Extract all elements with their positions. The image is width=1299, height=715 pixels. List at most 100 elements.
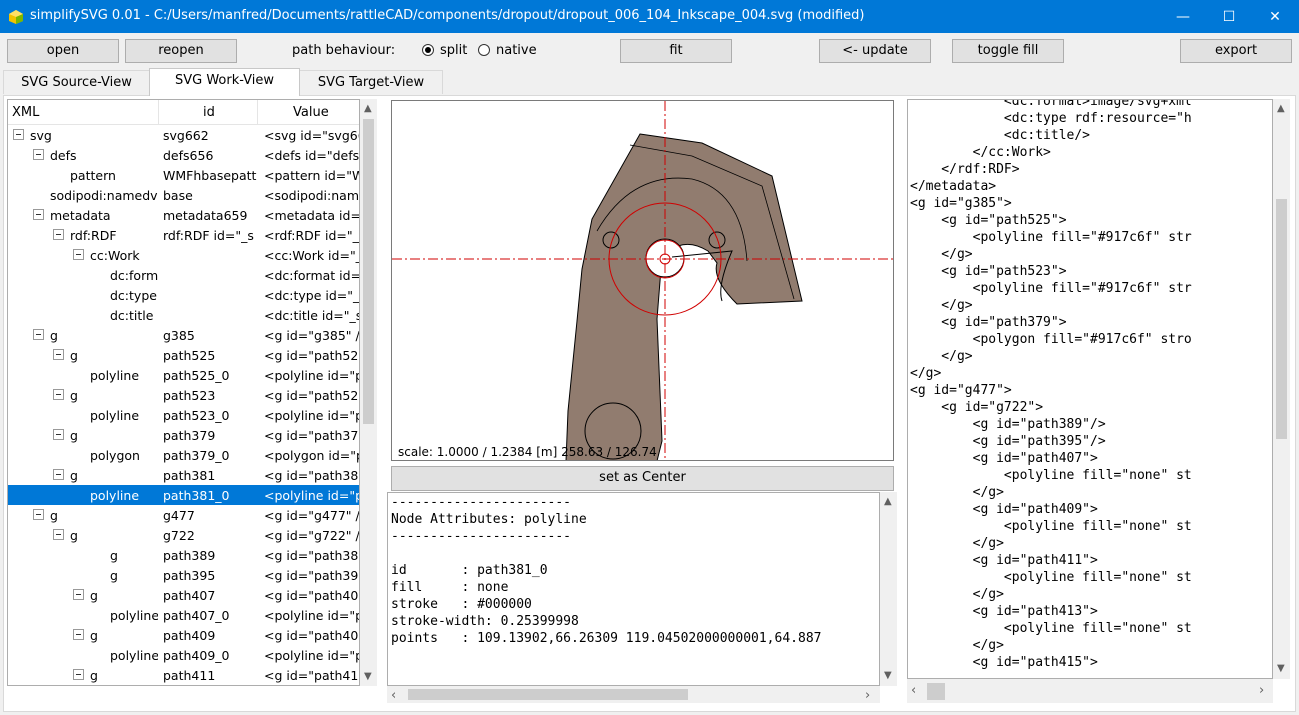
tree-node-value: <metadata id="metadata659" /> — [264, 208, 360, 223]
tree-row[interactable]: polygon path379_0 <polygon id="path379_0" … — [8, 445, 359, 465]
fit-button[interactable]: fit — [620, 39, 732, 63]
tree-row[interactable]: polyline path407_0 <polyline id="path407_0… — [8, 605, 359, 625]
collapse-icon[interactable] — [73, 669, 84, 680]
source-vertical-scrollbar[interactable]: ▲ ▼ — [1273, 99, 1290, 679]
tree-node-value: <dc:format id=" — [264, 268, 360, 283]
tree-row[interactable]: dc:title <dc:title id="_se — [8, 305, 360, 325]
scroll-right-icon[interactable]: › — [1259, 683, 1264, 698]
tree-row[interactable]: g path409 <g id="path409" /> — [8, 625, 359, 645]
native-radio[interactable] — [478, 44, 490, 56]
tree-row[interactable]: defs defs656 <defs id="defs656" /> — [8, 145, 359, 165]
tree-row[interactable]: dc:type <dc:type id="_se — [8, 285, 359, 305]
source-hscroll-thumb[interactable] — [927, 683, 945, 700]
toggle-fill-button[interactable]: toggle fill — [952, 39, 1064, 63]
scroll-left-icon[interactable]: ‹ — [391, 688, 396, 703]
tab-svg-target-view[interactable]: SVG Target-View — [299, 70, 443, 94]
tree-node-name: g — [90, 628, 98, 643]
column-value[interactable]: Value — [293, 105, 329, 120]
collapse-icon[interactable] — [53, 349, 64, 360]
scroll-down-icon[interactable]: ▼ — [1277, 663, 1285, 674]
tree-node-name: metadata — [50, 208, 111, 223]
collapse-icon[interactable] — [53, 529, 64, 540]
scroll-up-icon[interactable]: ▲ — [364, 103, 372, 114]
attributes-horizontal-scrollbar[interactable]: ‹ › — [387, 686, 880, 703]
source-horizontal-scrollbar[interactable]: ‹ › — [907, 679, 1273, 703]
scroll-down-icon[interactable]: ▼ — [364, 671, 372, 682]
tree-node-id: path525_0 — [163, 368, 230, 383]
tree-scroll-thumb[interactable] — [363, 119, 374, 424]
set-as-center-button[interactable]: set as Center — [391, 466, 894, 491]
tree-row[interactable]: g path379 <g id="path379" /> — [8, 425, 359, 445]
open-button[interactable]: open — [7, 39, 119, 63]
tree-row[interactable]: svg svg662 <svg id="svg662" /> — [8, 125, 359, 145]
scroll-down-icon[interactable]: ▼ — [884, 670, 892, 681]
tree-row[interactable]: rdf:RDF rdf:RDF id="_s <rdf:RDF id="_s — [8, 225, 360, 245]
tab-svg-work-view[interactable]: SVG Work-View — [149, 68, 300, 96]
collapse-icon[interactable] — [73, 249, 84, 260]
dropout-shape — [565, 133, 803, 460]
tree-row[interactable]: polyline path409_0 <polyline id="path409_0… — [8, 645, 359, 665]
maximize-button[interactable]: ☐ — [1206, 0, 1252, 33]
tab-svg-source-view[interactable]: SVG Source-View — [3, 70, 150, 94]
tree-row[interactable]: metadata metadata659 <metadata id="metadat… — [8, 205, 360, 225]
tree-row[interactable]: g path381 <g id="path381" /> — [8, 465, 359, 485]
tree-row[interactable]: dc:format <dc:format id=" — [8, 265, 360, 285]
split-radio[interactable] — [422, 44, 434, 56]
close-button[interactable]: ✕ — [1252, 0, 1298, 33]
tree-node-value: <g id="path381" /> — [264, 468, 359, 483]
collapse-icon[interactable] — [53, 469, 64, 480]
tree-row[interactable]: polyline path381_0 <polyline id="path381_0… — [8, 485, 359, 505]
tree-row[interactable]: g path395 <g id="path395" /> — [8, 565, 359, 585]
tree-row[interactable]: g path525 <g id="path525" /> — [8, 345, 359, 365]
scroll-left-icon[interactable]: ‹ — [911, 683, 916, 698]
tree-node-name: sodipodi:namedview — [50, 188, 158, 203]
collapse-icon[interactable] — [73, 629, 84, 640]
tree-row[interactable]: g g385 <g id="g385" /> — [8, 325, 359, 345]
export-button[interactable]: export — [1180, 39, 1292, 63]
tree-row[interactable]: g path407 <g id="path407" /> — [8, 585, 359, 605]
scroll-up-icon[interactable]: ▲ — [1277, 103, 1285, 114]
column-xml[interactable]: XML — [12, 105, 39, 120]
tree-row[interactable]: g path389 <g id="path389" /> — [8, 545, 359, 565]
scroll-up-icon[interactable]: ▲ — [884, 496, 892, 507]
xml-tree[interactable]: XML id Value svg svg662 <svg id="svg662" /… — [7, 99, 360, 686]
collapse-icon[interactable] — [53, 389, 64, 400]
tree-vertical-scrollbar[interactable]: ▲ ▼ — [360, 99, 377, 686]
collapse-icon[interactable] — [33, 509, 44, 520]
attributes-scroll-thumb[interactable] — [408, 689, 688, 700]
attributes-vertical-scrollbar[interactable]: ▲ ▼ — [880, 492, 897, 686]
reopen-button[interactable]: reopen — [125, 39, 237, 63]
tree-node-value: <rdf:RDF id="_s — [264, 228, 360, 243]
tree-node-id: g385 — [163, 328, 195, 343]
tree-node-value: <pattern id="WMFhbasepattern" /> — [264, 168, 359, 183]
node-attributes-text[interactable]: ----------------------- Node Attributes:… — [387, 492, 880, 686]
tree-row[interactable]: polyline path523_0 <polyline id="path523_0… — [8, 405, 359, 425]
collapse-icon[interactable] — [33, 209, 44, 220]
collapse-icon[interactable] — [53, 429, 64, 440]
column-id[interactable]: id — [203, 105, 215, 120]
tree-row[interactable]: pattern WMFhbasepattern <pattern id="WMFhb… — [8, 165, 359, 185]
update-button[interactable]: <- update — [819, 39, 931, 63]
source-scroll-thumb[interactable] — [1276, 199, 1287, 439]
work-canvas[interactable]: scale: 1.0000 / 1.2384 [m] 258.63 / 126.… — [391, 100, 894, 461]
collapse-icon[interactable] — [33, 329, 44, 340]
tree-row[interactable]: g path523 <g id="path523" /> — [8, 385, 359, 405]
collapse-icon[interactable] — [53, 229, 64, 240]
collapse-icon[interactable] — [13, 129, 24, 140]
scroll-right-icon[interactable]: › — [865, 688, 870, 703]
tree-row[interactable]: g g722 <g id="g722" /> — [8, 525, 359, 545]
tree-row[interactable]: polyline path525_0 <polyline id="path525_0… — [8, 365, 359, 385]
tree-node-name: polyline — [90, 408, 140, 423]
tree-row[interactable]: cc:Work <cc:Work id="_s — [8, 245, 359, 265]
tree-node-value: <g id="path525" /> — [264, 348, 359, 363]
collapse-icon[interactable] — [73, 589, 84, 600]
collapse-icon[interactable] — [33, 149, 44, 160]
svg-source-text[interactable]: <dc:format>image/svg+xml <dc:type rdf:re… — [907, 99, 1273, 679]
tree-row[interactable]: sodipodi:namedview base <sodipodi:namedvie… — [8, 185, 359, 205]
tree-header: XML id Value — [8, 100, 359, 125]
tree-node-name: g — [70, 468, 78, 483]
tree-row[interactable]: g g477 <g id="g477" /> — [8, 505, 359, 525]
minimize-button[interactable]: — — [1160, 0, 1206, 33]
tree-row[interactable]: g path411 <g id="path411" /> — [8, 665, 359, 685]
tree-node-value: <dc:title id="_se — [264, 308, 360, 323]
